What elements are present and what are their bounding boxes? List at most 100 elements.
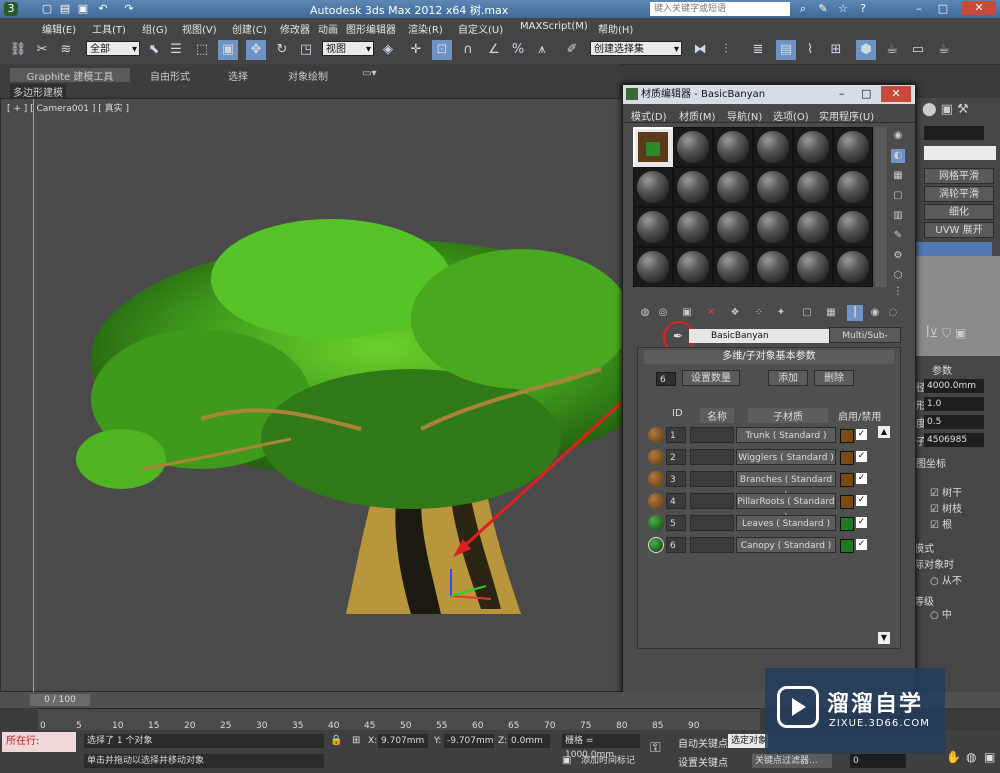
material-slot-22[interactable] xyxy=(753,247,793,287)
maxscript-listener[interactable]: 所在行: xyxy=(2,732,76,752)
key-icon[interactable]: ⚿ xyxy=(650,740,661,756)
auto-key-button[interactable]: 自动关键点 xyxy=(678,735,728,750)
snap-3d-icon[interactable]: ∩ xyxy=(458,40,478,60)
rect-selection-icon[interactable]: ⬚ xyxy=(192,40,212,60)
named-selection-select[interactable]: 创建选择集 xyxy=(590,41,682,57)
help-icon[interactable]: ? xyxy=(856,2,870,16)
object-name-field[interactable] xyxy=(924,126,984,140)
material-slot-10[interactable] xyxy=(753,167,793,207)
material-slot-23[interactable] xyxy=(793,247,833,287)
render-production-icon[interactable]: ☕ xyxy=(934,40,954,60)
material-slot-6[interactable] xyxy=(833,127,873,167)
modifier-stack-area[interactable] xyxy=(912,256,1000,356)
set-key-button[interactable]: 设置关键点 xyxy=(678,754,728,769)
window-crossing-icon[interactable]: ▣ xyxy=(218,40,238,60)
new-file-icon[interactable]: ▢ xyxy=(40,2,54,16)
redo-icon[interactable]: ↷ xyxy=(122,2,136,16)
menu-view[interactable]: 视图(V) xyxy=(182,21,217,36)
ribbon-options-icon[interactable]: ▭▾ xyxy=(362,68,376,82)
row-submaterial-button[interactable]: Branches ( Standard ) xyxy=(736,471,836,501)
menu-create[interactable]: 创建(C) xyxy=(232,21,267,36)
row-id[interactable]: 3 xyxy=(666,471,686,487)
row-color-swatch[interactable] xyxy=(840,451,854,465)
row-swatch[interactable] xyxy=(648,427,664,443)
rollout-title[interactable]: 多维/子对象基本参数 xyxy=(644,350,894,364)
time-slider-thumb[interactable]: 0 / 100 xyxy=(30,694,90,706)
check-trunk[interactable]: ☑ 树干 xyxy=(930,484,962,499)
menu-group[interactable]: 组(G) xyxy=(142,21,168,36)
material-slot-9[interactable] xyxy=(713,167,753,207)
rendered-frame-icon[interactable]: ▭ xyxy=(908,40,928,60)
material-slot-12[interactable] xyxy=(833,167,873,207)
row-swatch[interactable] xyxy=(648,515,664,531)
bind-space-warp-icon[interactable]: ≋ xyxy=(56,40,76,60)
assign-to-selection-icon[interactable]: ▣ xyxy=(679,305,695,321)
row-swatch[interactable] xyxy=(648,471,664,487)
mirror-icon[interactable]: ⧓ xyxy=(690,40,710,60)
material-slot-5[interactable] xyxy=(793,127,833,167)
material-name-field[interactable]: BasicBanyan xyxy=(689,329,829,343)
tessellate-button[interactable]: 细化 xyxy=(924,204,994,220)
orbit-icon[interactable]: ◍ xyxy=(966,750,976,764)
reset-map-icon[interactable]: ✕ xyxy=(703,305,719,321)
reference-coord-select[interactable]: 视图 xyxy=(322,41,374,57)
material-slot-3[interactable] xyxy=(713,127,753,167)
row-enable-checkbox[interactable]: ✓ xyxy=(856,495,867,506)
unlink-icon[interactable]: ✂ xyxy=(32,40,52,60)
get-material-icon[interactable]: ◍ xyxy=(637,305,653,321)
spinner-snap-icon[interactable]: ⩚ xyxy=(532,40,552,60)
col-id-header[interactable]: ID xyxy=(672,408,683,419)
row-enable-checkbox[interactable]: ✓ xyxy=(856,451,867,462)
set-number-button[interactable]: 设置数量 xyxy=(682,370,740,386)
binoculars-icon[interactable]: ⌕ xyxy=(796,2,810,16)
param-field-seed[interactable]: 4506985 xyxy=(924,433,984,447)
y-coordinate-field[interactable]: -9.707mm xyxy=(444,734,494,748)
row-name-field[interactable] xyxy=(690,537,734,553)
row-submaterial-button[interactable]: Trunk ( Standard ) xyxy=(736,427,836,443)
render-setup-icon[interactable]: ☕ xyxy=(882,40,902,60)
material-slot-20[interactable] xyxy=(673,247,713,287)
material-slot-17[interactable] xyxy=(793,207,833,247)
go-to-parent-icon[interactable]: ┃ xyxy=(847,305,863,321)
menu-customize[interactable]: 自定义(U) xyxy=(458,21,503,36)
radio-medium[interactable]: ○ 中 xyxy=(930,606,952,621)
select-object-icon[interactable]: ⬉ xyxy=(144,40,164,60)
mat-menu-mode[interactable]: 模式(D) xyxy=(631,108,667,123)
row-color-swatch[interactable] xyxy=(840,539,854,553)
count-field[interactable]: 6 xyxy=(656,372,676,386)
save-file-icon[interactable]: ▣ xyxy=(76,2,90,16)
turbosmooth-button[interactable]: 涡轮平滑 xyxy=(924,186,994,202)
make-unique-icon[interactable]: ❖ xyxy=(727,305,743,321)
move-icon[interactable]: ✥ xyxy=(246,40,266,60)
row-submaterial-button[interactable]: PillarRoots ( Standard ) xyxy=(736,493,836,523)
param-field-spread[interactable]: 1.0 xyxy=(924,397,984,411)
keyboard-shortcut-icon[interactable]: ⊡ xyxy=(432,40,452,60)
uvw-unwrap-button[interactable]: UVW 展开 xyxy=(924,222,994,238)
modifier-list-select[interactable] xyxy=(924,146,996,160)
radio-never[interactable]: ○ 从不 xyxy=(930,572,962,587)
star-icon[interactable]: ☆ xyxy=(836,2,850,16)
menu-maxscript[interactable]: MAXScript(M) xyxy=(520,21,588,32)
stack-tools[interactable]: ꟾ⊻ ⛉ ▣ xyxy=(926,326,996,340)
row-swatch[interactable] xyxy=(648,493,664,509)
param-field-density[interactable]: 0.5 xyxy=(924,415,984,429)
material-slot-24[interactable] xyxy=(833,247,873,287)
mat-maximize-icon[interactable]: □ xyxy=(861,87,871,100)
lock-icon[interactable]: 🔒 xyxy=(330,735,342,746)
sample-type-icon[interactable]: ◉ xyxy=(891,129,905,143)
row-id[interactable]: 2 xyxy=(666,449,686,465)
current-frame-field[interactable]: 0 xyxy=(850,754,906,768)
percent-snap-icon[interactable]: % xyxy=(508,40,528,60)
row-color-swatch[interactable] xyxy=(840,429,854,443)
col-name-header[interactable]: 名称 xyxy=(700,408,734,423)
maximize-viewport-icon[interactable]: ▣ xyxy=(984,750,995,764)
row-swatch[interactable] xyxy=(648,537,664,553)
align-icon[interactable]: ⫶ xyxy=(716,40,736,60)
z-coordinate-field[interactable]: 0.0mm xyxy=(508,734,550,748)
material-slot-21[interactable] xyxy=(713,247,753,287)
row-color-swatch[interactable] xyxy=(840,495,854,509)
row-submaterial-button[interactable]: Canopy ( Standard ) xyxy=(736,537,836,553)
material-slot-7[interactable] xyxy=(633,167,673,207)
menu-edit[interactable]: 编辑(E) xyxy=(42,21,76,36)
absolute-mode-icon[interactable]: ⊞ xyxy=(352,735,360,746)
